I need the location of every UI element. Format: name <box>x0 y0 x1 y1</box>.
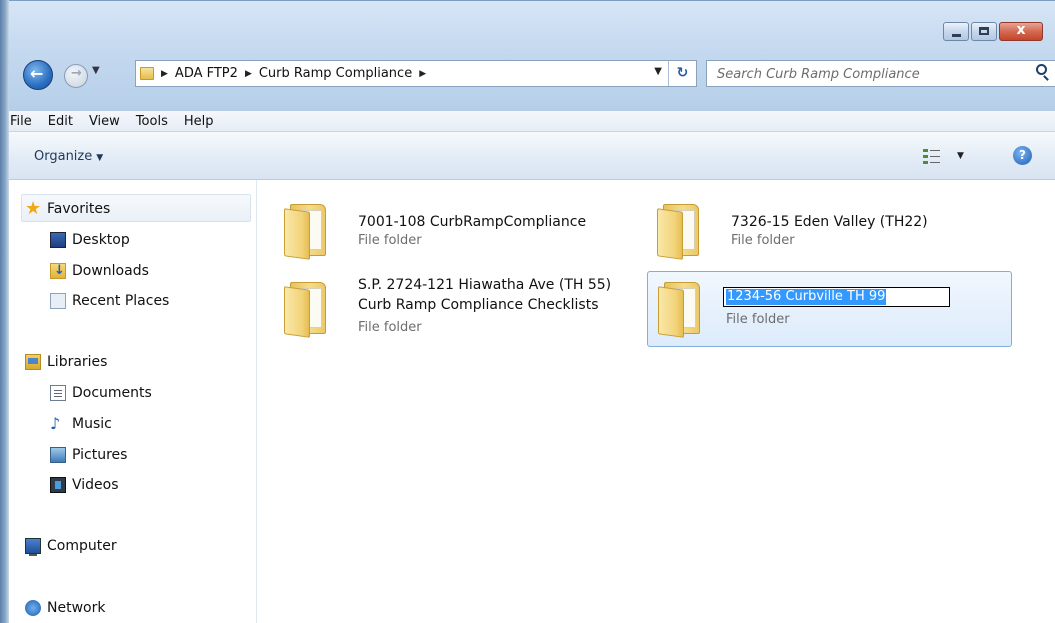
forward-button[interactable]: → <box>64 64 88 88</box>
computer-icon <box>25 538 41 556</box>
maximize-button[interactable] <box>971 22 997 41</box>
nav-desktop-label: Desktop <box>72 232 130 248</box>
folder-item[interactable]: 7326-15 Eden Valley (TH22) File folder <box>631 192 1021 268</box>
document-icon <box>50 385 66 401</box>
breadcrumb-ada-ftp2[interactable]: ADA FTP2 <box>175 66 238 81</box>
search-icon[interactable] <box>1036 64 1047 75</box>
search-input[interactable] <box>707 61 1019 88</box>
menu-tools[interactable]: Tools <box>136 114 168 129</box>
downloads-icon <box>50 263 66 279</box>
chevron-right-icon[interactable]: ▶ <box>161 69 168 79</box>
menu-bar: File Edit View Tools Help <box>9 110 1055 132</box>
file-list: 7001-108 CurbRampCompliance File folder … <box>258 180 1055 623</box>
recent-places-icon <box>50 293 66 309</box>
folder-name-line2: Curb Ramp Compliance Checklists <box>358 297 599 313</box>
navigation-pane: ★ Favorites Desktop Downloads Recent Plac… <box>9 180 257 623</box>
folder-type: File folder <box>358 233 422 248</box>
chevron-down-icon: ▼ <box>96 153 104 163</box>
organize-button[interactable]: Organize ▼ <box>34 149 103 164</box>
nav-favorites[interactable]: ★ Favorites <box>25 198 110 220</box>
views-dropdown-icon[interactable]: ▼ <box>957 151 964 161</box>
nav-downloads[interactable]: Downloads <box>50 260 149 282</box>
organize-label: Organize <box>34 149 93 164</box>
nav-desktop[interactable]: Desktop <box>50 229 130 251</box>
nav-documents-label: Documents <box>72 385 152 401</box>
nav-computer[interactable]: Computer <box>25 535 117 557</box>
folder-name: 7326-15 Eden Valley (TH22) <box>731 214 928 230</box>
chevron-right-icon[interactable]: ▶ <box>245 69 252 79</box>
address-dropdown-icon[interactable]: ▼ <box>654 66 662 77</box>
nav-music-label: Music <box>72 416 112 432</box>
close-button[interactable]: x <box>999 22 1043 41</box>
folder-type: File folder <box>358 320 422 335</box>
folder-icon <box>284 282 328 338</box>
nav-music[interactable]: ♪ Music <box>50 413 112 435</box>
folder-icon <box>284 204 328 260</box>
back-button[interactable]: ← <box>23 60 53 90</box>
nav-pictures-label: Pictures <box>72 447 128 463</box>
folder-item[interactable]: S.P. 2724-121 Hiawatha Ave (TH 55) Curb … <box>258 270 638 350</box>
folder-name-line1: S.P. 2724-121 Hiawatha Ave (TH 55) <box>358 277 612 293</box>
refresh-icon[interactable]: ↻ <box>668 61 696 86</box>
recent-pages-dropdown[interactable]: ▼ <box>92 65 100 76</box>
nav-pictures[interactable]: Pictures <box>50 444 127 466</box>
menu-view[interactable]: View <box>89 114 120 129</box>
nav-favorites-label: Favorites <box>47 201 111 217</box>
views-icon[interactable] <box>922 147 942 165</box>
minimize-button[interactable] <box>943 22 969 41</box>
nav-libraries-label: Libraries <box>47 354 108 370</box>
rename-input[interactable]: 1234-56 Curbville TH 99 <box>723 287 950 307</box>
maximize-icon <box>979 27 989 35</box>
title-and-address-area: x <box>9 0 1055 110</box>
nav-recent-places[interactable]: Recent Places <box>50 290 169 312</box>
search-box[interactable] <box>706 60 1055 88</box>
menu-help[interactable]: Help <box>184 114 214 129</box>
library-icon <box>25 354 41 370</box>
folder-item[interactable]: 7001-108 CurbRampCompliance File folder <box>258 192 618 268</box>
chevron-right-icon[interactable]: ▶ <box>419 69 426 79</box>
rename-text: 1234-56 Curbville TH 99 <box>726 289 887 305</box>
address-bar[interactable]: ▶ ADA FTP2 ▶ Curb Ramp Compliance ▶ ▼ ↻ <box>135 60 697 87</box>
star-icon: ★ <box>25 198 42 219</box>
close-icon: x <box>1016 22 1026 38</box>
nav-downloads-label: Downloads <box>72 263 149 279</box>
menu-edit[interactable]: Edit <box>48 114 73 129</box>
music-icon: ♪ <box>50 414 61 433</box>
caption-buttons: x <box>941 22 1043 41</box>
nav-computer-label: Computer <box>47 538 117 554</box>
menu-file[interactable]: File <box>10 114 32 129</box>
network-icon <box>25 600 41 616</box>
back-arrow-icon: ← <box>30 64 44 83</box>
command-bar: Organize ▼ ▼ ? <box>9 132 1055 180</box>
minimize-icon <box>952 34 961 37</box>
breadcrumb-curb-ramp-compliance[interactable]: Curb Ramp Compliance <box>259 66 412 81</box>
nav-recent-label: Recent Places <box>72 293 170 309</box>
folder-name: 7001-108 CurbRampCompliance <box>358 214 587 230</box>
folder-item-selected[interactable]: 1234-56 Curbville TH 99 File folder <box>647 271 1012 347</box>
pictures-icon <box>50 447 66 463</box>
forward-arrow-icon: → <box>71 66 82 81</box>
nav-documents[interactable]: Documents <box>50 382 152 404</box>
folder-type: File folder <box>726 312 790 327</box>
folder-icon <box>658 282 702 338</box>
nav-libraries[interactable]: Libraries <box>25 351 107 373</box>
nav-network-label: Network <box>47 600 106 616</box>
nav-videos[interactable]: Videos <box>50 474 119 496</box>
nav-videos-label: Videos <box>72 477 119 493</box>
help-icon[interactable]: ? <box>1013 146 1032 165</box>
folder-type: File folder <box>731 233 795 248</box>
desktop-icon <box>50 232 66 248</box>
folder-icon <box>657 204 701 260</box>
videos-icon <box>50 477 66 493</box>
explorer-window: x ← → ▼ ▶ ADA FTP2 ▶ Curb Ramp Complianc… <box>0 0 1055 623</box>
nav-network[interactable]: Network <box>25 597 105 619</box>
folder-icon <box>140 67 154 80</box>
